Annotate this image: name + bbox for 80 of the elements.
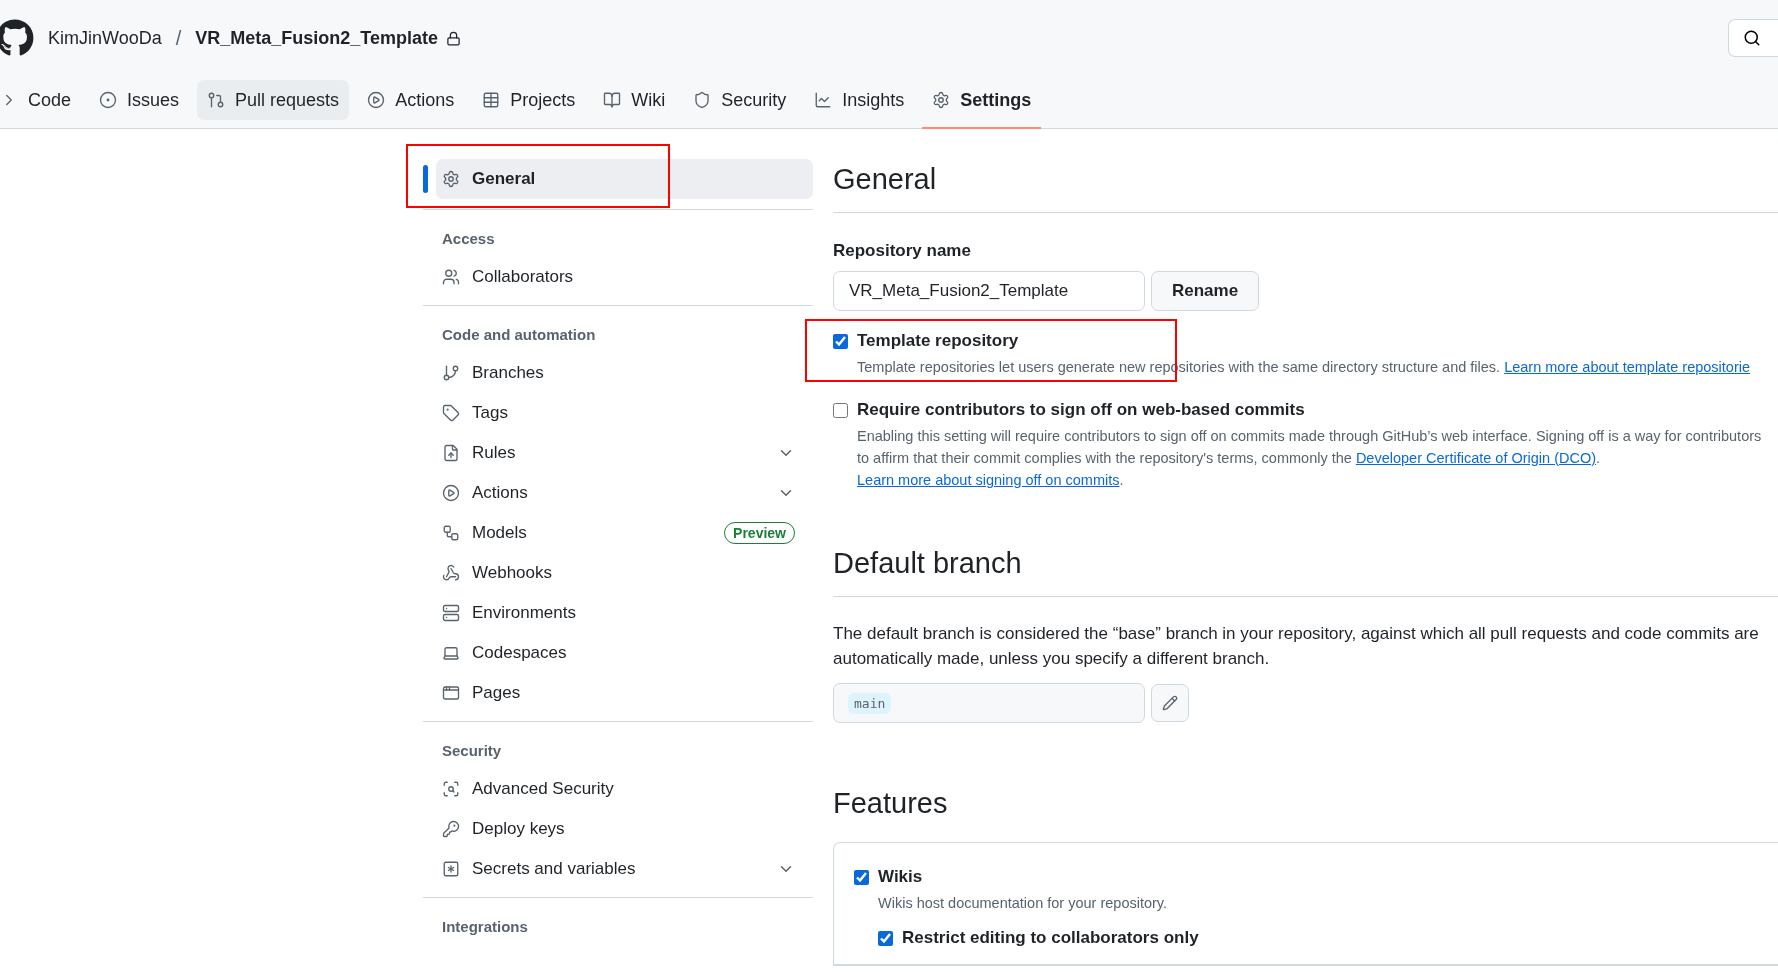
browser-window-icon [442,684,460,702]
sidebar-item[interactable]: Models Preview [423,513,813,553]
sidebar-item[interactable]: Collaborators [423,257,813,297]
circle-dot-icon [99,91,118,109]
play-icon [442,484,460,502]
search-button[interactable] [1728,19,1778,57]
sidebar-item[interactable]: Tags [423,393,813,433]
checkbox[interactable] [878,931,893,946]
checkbox[interactable] [854,870,869,885]
search-icon [1743,29,1761,47]
option-description: Enabling this setting will require contributors to sign off on commits made through GitHub’s web interface. Signing off is a way for contributors to affirm that their commit complies with the repository's terms, commonly the Developer Certificate of Origin (DCO). Learn more about signing off on commits. [857,427,1763,490]
sidebar-item[interactable]: Advanced Security [423,769,813,809]
nodes-icon [442,524,460,542]
section-heading: Code and automation [441,325,597,345]
nav-tab[interactable]: Projects [472,80,586,120]
scan-icon [442,780,460,798]
section-title: Features [833,787,949,820]
field-label: Repository name [833,241,972,261]
pull-request-icon [207,91,226,109]
sidebar-item[interactable]: Deploy keys [423,809,813,849]
edit-button[interactable] [1151,684,1189,722]
key-icon [442,820,460,838]
learn-more-link[interactable]: Learn more about template repositorie [1504,359,1750,375]
rename-button[interactable]: Rename [1151,271,1260,311]
section-description: The default branch is considered the “base” branch in your repository, against which all pull requests and code commits are automatically made, unless you specify a different branch. [833,623,1760,670]
logo-icon [0,19,34,57]
section-heading: Security [441,741,503,761]
repo-link[interactable]: VR_Meta_Fusion2_Template [195,27,439,49]
webhook-icon [442,564,460,582]
tag-icon [442,404,460,422]
sidebar-item[interactable]: Pages [423,673,813,713]
checkbox[interactable] [833,334,848,349]
file-upload-icon [442,444,460,462]
nav-tab[interactable]: Code [0,80,82,120]
branch-name: main [848,692,892,714]
sidebar-item[interactable]: General [436,159,813,199]
option-label: Template repository [857,331,1020,351]
nav-tab[interactable]: Actions [357,80,465,120]
section-heading: Integrations [441,917,529,937]
nav-tab[interactable]: Pull requests [197,80,350,120]
nav-tab[interactable]: Security [683,80,797,120]
play-icon [367,91,386,109]
section-heading: Access [441,229,496,249]
section-title: Default branch [833,547,1778,597]
laptop-icon [442,644,460,662]
option-label: Wikis [878,867,924,887]
nav-tab[interactable]: Settings [922,80,1042,120]
active-indicator [423,165,428,193]
nav-tab[interactable]: Insights [804,80,915,120]
graph-icon [814,91,833,109]
sidebar-item[interactable]: Secrets and variables [423,849,813,889]
branch-field[interactable]: main [833,683,1145,723]
repo-name-field[interactable]: VR_Meta_Fusion2_Template [833,271,1145,311]
sidebar-item[interactable]: Branches [423,353,813,393]
sidebar-item[interactable]: Environments [423,593,813,633]
sidebar-item[interactable]: Webhooks [423,553,813,593]
people-icon [442,268,460,286]
server-icon [442,604,460,622]
book-icon [603,91,622,109]
checkbox[interactable] [833,403,848,418]
sidebar-item[interactable]: Actions [423,473,813,513]
sidebar-item[interactable]: Rules [423,433,813,473]
nav-tab[interactable]: Issues [89,80,190,120]
section-title: General [833,163,1778,213]
settings-icon [442,170,460,188]
asterisk-icon [442,860,460,878]
learn-more-link[interactable]: Developer Certificate of Origin (DCO) [1355,450,1597,466]
table-icon [482,91,501,109]
option-label: Require contributors to sign off on web-based commits [857,400,1306,420]
branch-icon [442,364,460,382]
path-separator: / [175,26,182,50]
shield-icon [693,91,712,109]
nav-tab[interactable]: Wiki [593,80,676,120]
learn-more-link[interactable]: Learn more about signing off on commits [857,472,1120,488]
settings-icon [932,91,951,109]
option-description: Wikis host documentation for your repository. [878,894,1169,913]
sidebar-item[interactable]: Codespaces [423,633,813,673]
owner-link[interactable]: KimJinWooDa [48,27,162,49]
option-label: Restrict editing to collaborators only [902,928,1200,948]
pencil-icon [1162,695,1178,711]
